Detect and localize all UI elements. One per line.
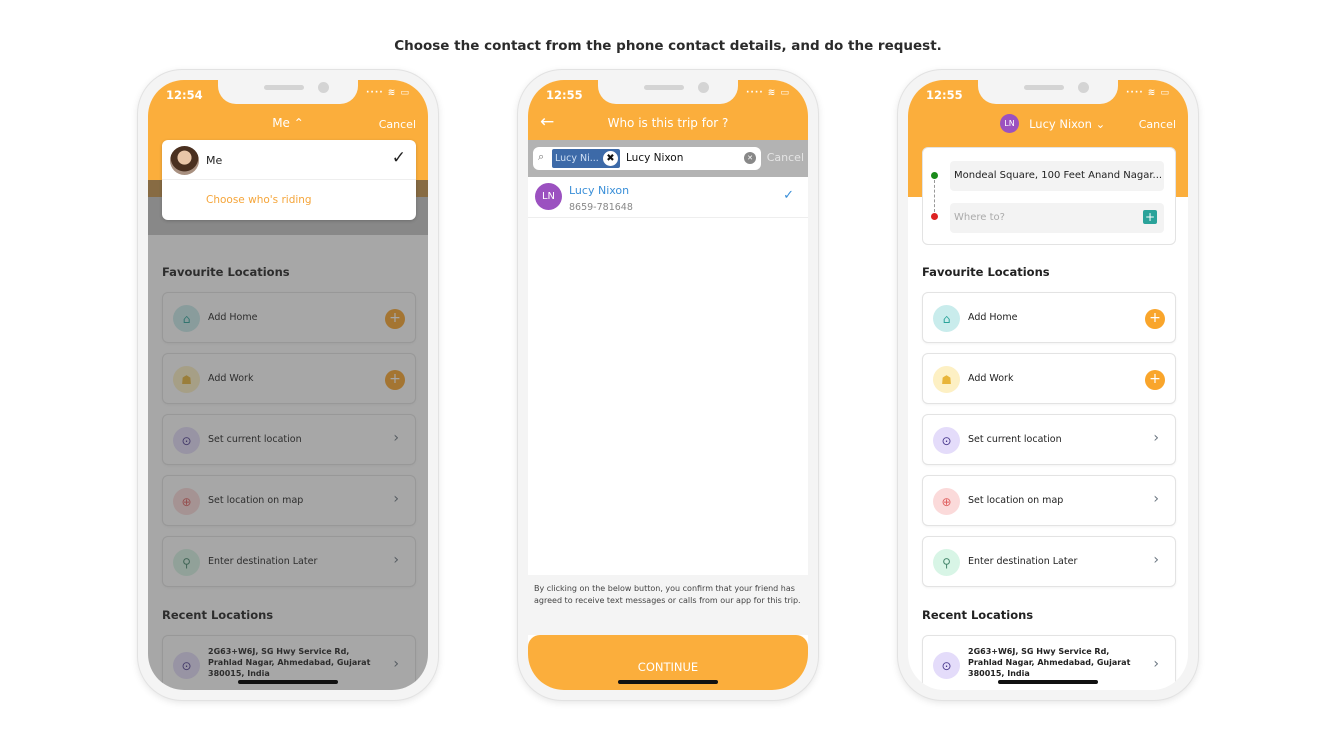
plus-icon[interactable]: + [1145,370,1165,390]
contact-name: Lucy Nixon [569,184,630,197]
contact-row[interactable]: LN Lucy Nixon 8659-781648 ✓ [528,178,808,218]
time: 12:55 [926,88,963,102]
favourites-title: Favourite Locations [922,265,1050,279]
rider-name: Me [206,154,223,167]
phone-2: 12:55 ···· ≋ ▭ ← Who is this trip for ? ⌕… [518,70,818,700]
chevron-right-icon: › [1153,430,1159,446]
search-cancel-button[interactable]: Cancel [767,151,804,164]
add-stop-icon[interactable]: + [1143,210,1157,224]
home-indicator [998,680,1098,684]
selected-check-icon: ✓ [783,188,794,203]
home-icon: ⌂ [933,305,960,332]
time: 12:55 [546,88,583,102]
screen-choose-rider: 12:54 ···· ≋ ▭ Me ⌃ Cancel Favourite Loca… [148,80,428,690]
location-item-label: Enter destination Later [968,556,1078,567]
search-input[interactable]: ⌕ Lucy Ni... ✖ Lucy Nixon ✕ [533,147,761,170]
screen-home-for-contact: 12:55 ···· ≋ ▭ LN Lucy Nixon ⌄ Cancel Mon… [908,80,1188,690]
page-title: Who is this trip for ? [607,116,729,130]
status-icons: ···· ≋ ▭ [746,88,790,98]
location-item[interactable]: ⊙ Set current location › [922,414,1176,465]
location-item[interactable]: ⊕ Set location on map › [922,475,1176,526]
home-indicator [238,680,338,684]
route-card: Mondeal Square, 100 Feet Anand Nagar... … [922,147,1176,245]
contact-avatar: LN [535,183,562,210]
pickup-field[interactable]: Mondeal Square, 100 Feet Anand Nagar... [950,161,1164,191]
chevron-right-icon: › [1153,552,1159,568]
search-bar-area: ⌕ Lucy Ni... ✖ Lucy Nixon ✕ Cancel [528,140,808,177]
disclaimer-area: By clicking on the below button, you con… [528,575,808,635]
continue-label: CONTINUE [637,660,699,674]
search-icon: ⌕ [538,150,545,163]
cancel-button[interactable]: Cancel [1139,118,1176,131]
notch [598,80,738,104]
time: 12:54 [166,88,203,102]
rider-selector[interactable]: LN Lucy Nixon ⌄ [1000,113,1105,133]
rider-option-me[interactable]: Me ✓ [162,140,416,180]
pickup-value: Mondeal Square, 100 Feet Anand Nagar... [954,170,1163,181]
dropoff-field[interactable]: Where to? + [950,203,1164,233]
recent-location-label: 2G63+W6J, SG Hwy Service Rd, Prahlad Nag… [968,647,1131,678]
recent-title: Recent Locations [922,608,1034,622]
token-label: Lucy Ni... [555,153,599,164]
location-item[interactable]: ⌂ Add Home + [922,292,1176,343]
status-icons: ···· ≋ ▭ [366,88,410,98]
location-item-label: Set current location [968,434,1062,445]
location-item-label: Add Home [968,312,1018,323]
pickup-dot-icon [931,172,938,179]
remove-token-icon[interactable]: ✖ [603,151,618,166]
rider-avatar: LN [1000,114,1019,133]
notch [978,80,1118,104]
avatar [170,146,199,175]
route-line [934,180,935,212]
status-icons: ···· ≋ ▭ [1126,88,1170,98]
disclaimer-text: By clicking on the below button, you con… [534,584,801,605]
caption: Choose the contact from the phone contac… [394,38,942,54]
destination-later-icon: ⚲ [933,549,960,576]
phone-1: 12:54 ···· ≋ ▭ Me ⌃ Cancel Favourite Loca… [138,70,438,700]
phone-3: 12:55 ···· ≋ ▭ LN Lucy Nixon ⌄ Cancel Mon… [898,70,1198,700]
dim-overlay[interactable] [148,180,428,690]
cancel-button[interactable]: Cancel [379,118,416,131]
chevron-right-icon: › [1153,656,1159,672]
home-indicator [618,680,718,684]
location-item-label: Set location on map [968,495,1064,506]
work-icon: ☗ [933,366,960,393]
location-item[interactable]: ☗ Add Work + [922,353,1176,404]
contact-phone: 8659-781648 [569,202,633,213]
dropoff-placeholder: Where to? [954,212,1005,223]
clear-icon[interactable]: ✕ [744,152,756,164]
location-pin-icon: ⊙ [933,652,960,679]
plus-icon[interactable]: + [1145,309,1165,329]
current-location-icon: ⊙ [933,427,960,454]
location-item[interactable]: ⚲ Enter destination Later › [922,536,1176,587]
map-icon: ⊕ [933,488,960,515]
dropoff-dot-icon [931,213,938,220]
search-value: Lucy Nixon [626,152,684,164]
choose-rider-link[interactable]: Choose who's riding [206,194,312,206]
contact-token[interactable]: Lucy Ni... ✖ [552,149,620,168]
notch [218,80,358,104]
screen-select-contact: 12:55 ···· ≋ ▭ ← Who is this trip for ? ⌕… [528,80,808,690]
chevron-right-icon: › [1153,491,1159,507]
rider-dropdown: Me ✓ Choose who's riding [162,140,416,220]
rider-name: Lucy Nixon ⌄ [1029,116,1106,131]
checkmark-icon: ✓ [391,148,406,168]
location-item-label: Add Work [968,373,1014,384]
